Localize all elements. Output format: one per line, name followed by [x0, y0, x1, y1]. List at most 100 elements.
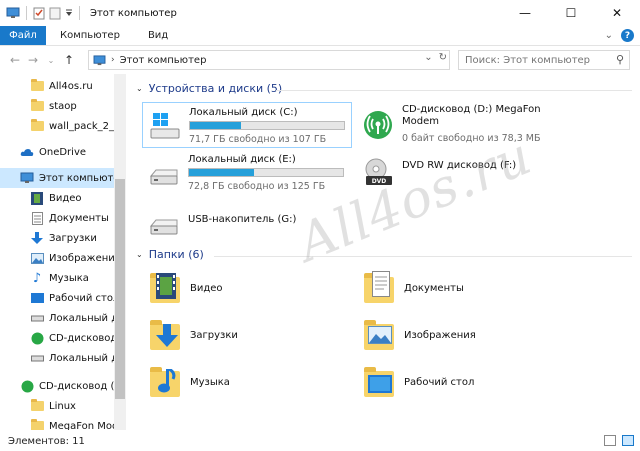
folder-icon [30, 419, 44, 430]
dvd-drive-icon: DVD [365, 158, 392, 185]
modem-icon [20, 379, 34, 393]
status-bar: Элементов: 11 [0, 431, 640, 451]
folder-icon [30, 119, 44, 133]
folder-documents[interactable]: Документы [364, 268, 564, 308]
computer-icon[interactable] [6, 7, 20, 19]
sidebar-item-label: Изображения [49, 252, 114, 264]
tiles-view-icon[interactable] [622, 435, 634, 446]
sidebar-item-label: Linux [49, 400, 76, 412]
modem-icon [30, 331, 44, 345]
chevron-down-icon[interactable]: ⌄ [605, 30, 613, 41]
sidebar-item-megafon[interactable]: MegaFon Mode [30, 416, 114, 430]
folder-downloads[interactable]: Загрузки [150, 315, 350, 355]
minimize-button[interactable]: — [502, 0, 548, 26]
sidebar-item-label: Этот компьютер [39, 172, 114, 184]
properties-icon[interactable] [33, 7, 45, 20]
group-title: Папки (6) [148, 248, 204, 261]
sidebar-item-onedrive[interactable]: OneDrive [20, 142, 114, 162]
pictures-folder-icon [364, 318, 396, 352]
sidebar-item-label: Локальный ди [49, 352, 114, 364]
drive-f[interactable]: DVD DVD RW дисковод (F:) [356, 150, 576, 196]
tab-file[interactable]: Файл [0, 26, 46, 45]
new-folder-icon[interactable] [49, 7, 61, 20]
sidebar-item-cd-drive-d-root[interactable]: CD-дисковод (D: [20, 376, 114, 396]
sidebar-item-label: CD-дисковод (D: [39, 380, 114, 392]
downloads-folder-icon [150, 318, 182, 352]
sidebar-item-desktop[interactable]: Рабочий стол [30, 288, 114, 308]
address-bar[interactable]: › Этот компьютер ⌄ ↻ [88, 50, 450, 70]
drive-free-space: 0 байт свободно из 78,3 МБ [402, 133, 541, 144]
folder-pictures[interactable]: Изображения [364, 315, 564, 355]
search-icon[interactable]: ⚲ [616, 53, 624, 66]
recent-chevron-icon[interactable]: ⌄ [42, 56, 60, 65]
caret-down-icon[interactable]: ⌄ [136, 84, 143, 93]
sidebar-item-downloads[interactable]: Загрузки [30, 228, 114, 248]
sidebar-item-this-pc[interactable]: Этот компьютер [0, 168, 114, 188]
quick-access-toolbar [0, 6, 82, 20]
sidebar-item-music[interactable]: ♪ Музыка [30, 268, 114, 288]
documents-icon [30, 211, 44, 225]
group-header-folders[interactable]: ⌄ Папки (6) [136, 248, 204, 261]
up-arrow-icon[interactable]: ↑ [60, 53, 78, 67]
view-switcher [604, 435, 634, 446]
drive-e[interactable]: Локальный диск (E:) 72,8 ГБ свободно из … [142, 150, 352, 196]
help-icon[interactable]: ? [621, 29, 634, 42]
folder-video[interactable]: Видео [150, 268, 350, 308]
content-pane: ⌄ Устройства и диски (5) Локальный диск … [128, 74, 640, 430]
drive-c[interactable]: Локальный диск (C:) 71,7 ГБ свободно из … [142, 102, 352, 148]
tab-view[interactable]: Вид [134, 26, 182, 45]
chevron-down-icon[interactable]: ⌄ [424, 52, 432, 63]
usage-bar [188, 168, 344, 177]
folder-name: Рабочий стол [404, 376, 475, 388]
drive-g[interactable]: USB-накопитель (G:) [142, 200, 352, 246]
caret-down-icon[interactable]: ⌄ [136, 250, 143, 259]
refresh-icon[interactable]: ↻ [439, 52, 447, 63]
sidebar-item-cd-drive-d[interactable]: CD-дисковод ( [30, 328, 114, 348]
window-controls: — ☐ ✕ [502, 0, 640, 26]
sidebar-item-linux[interactable]: Linux [30, 396, 114, 416]
maximize-button[interactable]: ☐ [548, 0, 594, 26]
window-title: Этот компьютер [90, 7, 177, 19]
sidebar-item-label: Локальный ди [49, 312, 114, 324]
sidebar-item-local-disk-e[interactable]: Локальный ди [30, 348, 114, 368]
close-button[interactable]: ✕ [594, 0, 640, 26]
sidebar-item-all4os[interactable]: All4os.ru [30, 76, 114, 96]
sidebar-scrollbar[interactable] [114, 74, 126, 430]
forward-arrow-icon[interactable]: → [24, 53, 42, 67]
sidebar-item-label: Документы [49, 212, 109, 224]
back-arrow-icon[interactable]: ← [6, 53, 24, 67]
sidebar-item-wall-pack[interactable]: wall_pack_2_Wi [30, 116, 114, 136]
folder-icon [30, 399, 44, 413]
search-input[interactable] [465, 54, 615, 66]
folder-icon [30, 99, 44, 113]
computer-icon [93, 54, 106, 65]
music-icon: ♪ [32, 270, 42, 286]
tab-computer[interactable]: Компьютер [46, 26, 134, 45]
details-view-icon[interactable] [604, 435, 616, 446]
breadcrumb[interactable]: Этот компьютер [120, 55, 207, 66]
drive-name: CD-дисковод (D:) MegaFon Modem [402, 104, 541, 127]
usage-bar [189, 121, 345, 130]
sidebar-item-label: Музыка [49, 272, 89, 284]
sidebar-item-documents[interactable]: Документы [30, 208, 114, 228]
sidebar-item-video[interactable]: Видео [30, 188, 114, 208]
divider [26, 6, 27, 20]
group-header-devices[interactable]: ⌄ Устройства и диски (5) [136, 82, 282, 95]
folder-music[interactable]: Музыка [150, 362, 350, 402]
sidebar-item-local-disk-c[interactable]: Локальный ди [30, 308, 114, 328]
computer-icon [20, 171, 34, 185]
desktop-folder-icon [364, 365, 396, 399]
folder-desktop[interactable]: Рабочий стол [364, 362, 564, 402]
scrollbar-thumb[interactable] [115, 179, 125, 399]
sidebar-item-label: CD-дисковод ( [49, 332, 114, 344]
sidebar-item-label: staop [49, 100, 77, 112]
video-folder-icon [150, 271, 182, 305]
sidebar-item-pictures[interactable]: Изображения [30, 248, 114, 268]
drive-d[interactable]: CD-дисковод (D:) MegaFon Modem 0 байт св… [356, 102, 576, 148]
chevron-down-icon[interactable] [65, 9, 73, 17]
sidebar-item-staop[interactable]: staop [30, 96, 114, 116]
desktop-icon [30, 291, 44, 305]
sidebar-item-label: wall_pack_2_Wi [49, 120, 114, 132]
sidebar-item-label: All4os.ru [49, 80, 93, 92]
breadcrumb-chevron-icon[interactable]: › [111, 55, 115, 65]
